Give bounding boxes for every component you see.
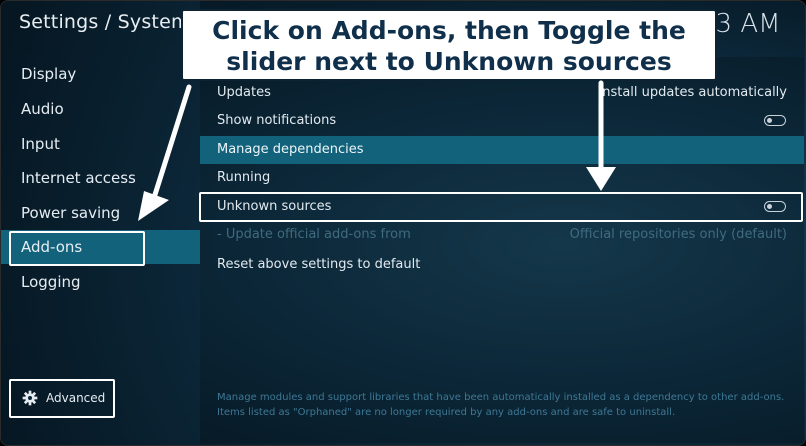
advanced-level-button[interactable]: Advanced	[9, 379, 115, 418]
sidebar-item-power-saving[interactable]: Power saving	[1, 196, 200, 230]
sidebar-item-logging[interactable]: Logging	[1, 265, 200, 299]
sidebar-item-display[interactable]: Display	[1, 57, 200, 91]
setting-label: Running	[217, 170, 271, 185]
setting-row-show-notifications[interactable]: Show notifications	[200, 107, 804, 135]
setting-value: Install updates automatically	[598, 85, 787, 100]
instruction-callout: Click on Add-ons, then Toggle the slider…	[181, 9, 717, 81]
setting-label: - Update official add-ons from	[217, 227, 411, 242]
setting-row-updates[interactable]: Updates Install updates automatically	[200, 79, 804, 107]
sidebar-item-audio[interactable]: Audio	[1, 92, 200, 126]
page-title: Settings / System	[19, 11, 190, 33]
help-text: Manage modules and support libraries tha…	[217, 392, 785, 418]
add-ons-highlight-box	[9, 231, 145, 266]
setting-row-reset-defaults[interactable]: Reset above settings to default	[200, 251, 804, 279]
setting-label: Updates	[217, 85, 271, 100]
setting-row-manage-dependencies[interactable]: Manage dependencies	[200, 136, 804, 164]
show-notifications-toggle[interactable]	[764, 115, 786, 126]
kodi-settings-window: Settings / System 23 AM Display Audio In…	[0, 0, 806, 446]
setting-row-running[interactable]: Running	[200, 164, 804, 192]
unknown-sources-highlight-box	[199, 192, 803, 222]
setting-label: Show notifications	[217, 113, 337, 128]
advanced-label: Advanced	[46, 391, 106, 405]
setting-label: Manage dependencies	[217, 142, 364, 157]
setting-value: Official repositories only (default)	[569, 227, 787, 242]
callout-line-2: slider next to Unknown sources	[226, 47, 672, 76]
sidebar-item-input[interactable]: Input	[1, 127, 200, 161]
setting-label: Reset above settings to default	[217, 257, 421, 272]
setting-row-update-official-add-ons: - Update official add-ons from Official …	[200, 221, 804, 249]
sidebar-item-internet-access[interactable]: Internet access	[1, 161, 200, 195]
callout-line-1: Click on Add-ons, then Toggle the	[212, 16, 686, 45]
gear-icon	[22, 390, 38, 406]
